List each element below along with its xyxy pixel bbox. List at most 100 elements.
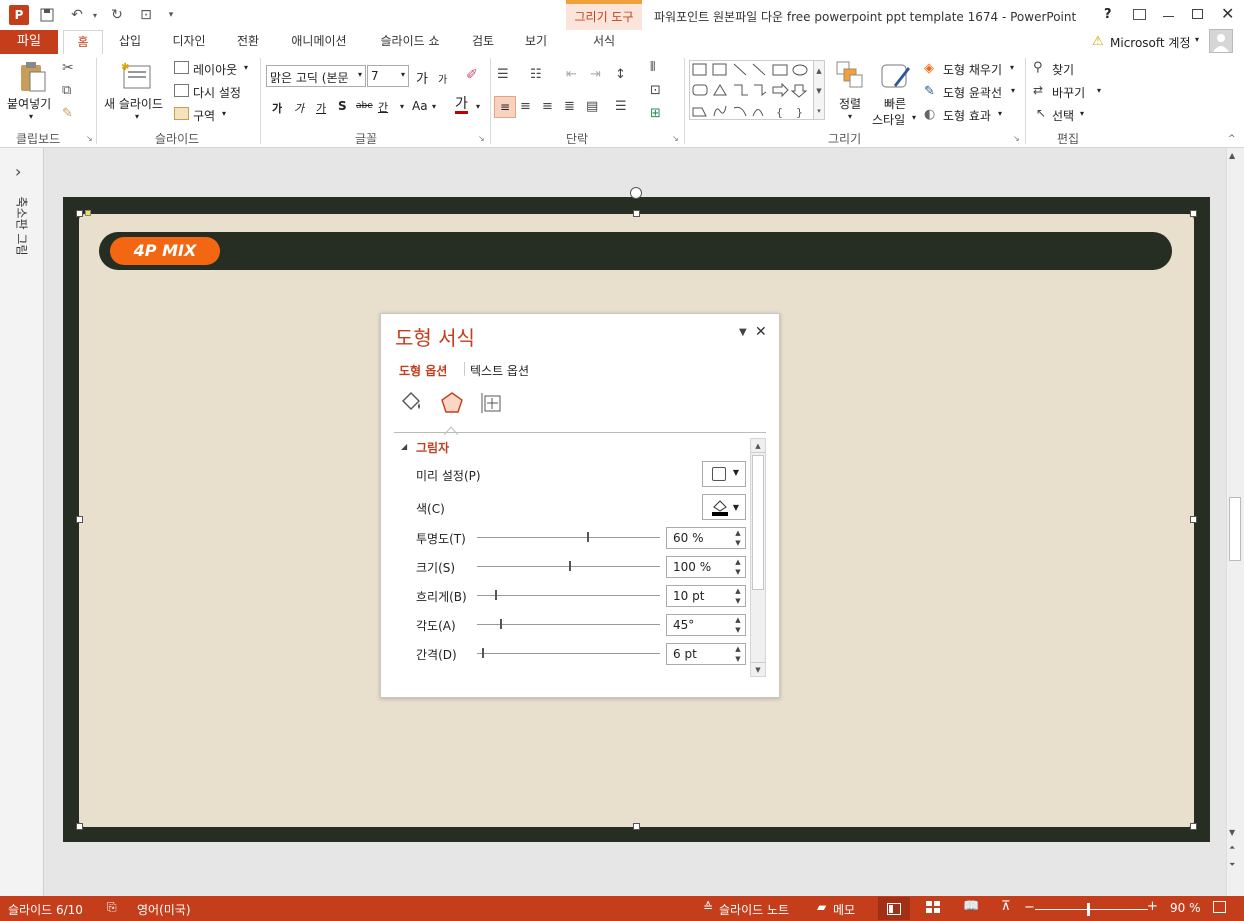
shape-outline-button[interactable]: 도형 윤곽선 [943, 84, 1002, 101]
align-left-icon[interactable]: ≡ [494, 96, 516, 118]
gallery-scrollbar[interactable]: ▲ ▼ ▾ [813, 60, 825, 120]
drawing-launcher-icon[interactable]: ↘ [1013, 134, 1020, 143]
bullets-icon[interactable]: ☰ [497, 67, 509, 82]
pane-scroll-up-icon[interactable]: ▲ [751, 439, 765, 453]
customize-qat-icon[interactable]: ▾ [162, 6, 180, 24]
layout-dropdown-icon[interactable]: ▾ [244, 63, 248, 72]
tab-slideshow[interactable]: 슬라이드 쇼 [370, 30, 450, 54]
transparency-slider[interactable] [477, 537, 660, 538]
shape-effects-dropdown-icon[interactable]: ▾ [998, 109, 1002, 118]
save-icon[interactable] [38, 6, 56, 24]
paragraph-launcher-icon[interactable]: ↘ [672, 134, 679, 143]
selection-handle[interactable] [1190, 210, 1197, 217]
spellcheck-icon[interactable]: ⎘ [107, 900, 117, 915]
layout-icon[interactable] [174, 61, 189, 74]
scroll-thumb[interactable] [1229, 497, 1241, 561]
minimize-icon[interactable] [1163, 16, 1174, 17]
angle-slider[interactable] [477, 624, 660, 625]
reset-button[interactable]: 다시 설정 [193, 84, 241, 101]
zoom-slider-thumb[interactable] [1087, 903, 1090, 916]
justify-icon[interactable]: ≣ [564, 99, 575, 114]
shape-effects-button[interactable]: 도형 효과 [943, 107, 991, 124]
shadow-button[interactable]: S [338, 99, 347, 113]
line-spacing-icon[interactable]: ↕ [615, 67, 626, 82]
italic-button[interactable]: 가 [294, 100, 304, 116]
find-button[interactable]: 찾기 [1052, 61, 1074, 78]
scroll-down-icon[interactable]: ▼ [1229, 828, 1235, 837]
spinner-arrows-icon[interactable]: ▲ ▼ [731, 615, 745, 635]
new-slide-button[interactable]: 새 슬라이드 [104, 95, 163, 112]
comments-icon[interactable]: ▰ [817, 900, 826, 914]
distance-spinner[interactable]: 6 pt ▲ ▼ [666, 643, 746, 665]
thumbnail-pane[interactable] [0, 148, 44, 896]
decrease-indent-icon[interactable]: ⇤ [566, 67, 577, 82]
comments-button[interactable]: 메모 [833, 901, 855, 918]
preset-dropdown[interactable]: ▼ [702, 461, 746, 487]
notes-icon[interactable]: ≙ [703, 900, 713, 914]
size-slider-thumb[interactable] [569, 561, 571, 571]
distance-slider-thumb[interactable] [482, 648, 484, 658]
distance-slider[interactable] [477, 653, 660, 654]
close-window-icon[interactable]: ✕ [1221, 4, 1234, 23]
copy-icon[interactable]: ⧉ [62, 83, 71, 98]
normal-view-icon[interactable] [878, 897, 910, 920]
replace-button[interactable]: 바꾸기 [1052, 84, 1085, 101]
select-button[interactable]: 선택 [1052, 107, 1074, 124]
zoom-out-icon[interactable]: − [1024, 900, 1035, 915]
adjust-handle[interactable] [85, 210, 91, 216]
angle-slider-thumb[interactable] [500, 619, 502, 629]
fill-line-icon[interactable] [399, 391, 423, 415]
blur-slider[interactable] [477, 595, 660, 596]
shape-effects-icon[interactable]: ◐ [924, 107, 935, 122]
numbering-icon[interactable]: ☷ [530, 67, 542, 82]
tab-format[interactable]: 서식 [578, 30, 630, 54]
account-dropdown-icon[interactable]: ▾ [1195, 35, 1199, 44]
slide-badge[interactable]: 4P MIX [110, 237, 220, 265]
reset-icon[interactable] [174, 84, 189, 97]
maximize-icon[interactable] [1192, 9, 1203, 19]
account-label[interactable]: Microsoft 계정 [1110, 34, 1191, 51]
selection-handle[interactable] [76, 823, 83, 830]
arrange-button[interactable]: 정렬 [839, 95, 861, 112]
expand-thumbnails-icon[interactable]: › [15, 162, 21, 181]
collapse-section-icon[interactable]: ◢ [401, 442, 407, 451]
ribbon-display-icon[interactable] [1133, 9, 1146, 20]
replace-icon[interactable]: ⇄ [1033, 83, 1043, 97]
column-align-icon[interactable]: ☰ [615, 99, 627, 114]
language-indicator[interactable]: 영어(미국) [137, 901, 191, 918]
select-dropdown-icon[interactable]: ▾ [1080, 109, 1084, 118]
distributed-icon[interactable]: ▤ [586, 99, 598, 114]
selection-handle[interactable] [633, 823, 640, 830]
tab-text-options[interactable]: 텍스트 옵션 [470, 362, 529, 379]
font-size-select[interactable]: 7 ▾ [367, 65, 409, 87]
tab-file[interactable]: 파일 [0, 30, 58, 54]
undo-dropdown-icon[interactable]: ▾ [86, 6, 104, 24]
find-icon[interactable]: ⚲ [1033, 60, 1043, 75]
undo-icon[interactable]: ↶ [68, 6, 86, 24]
shape-outline-icon[interactable]: ✎ [924, 84, 935, 99]
cut-icon[interactable]: ✂ [62, 60, 74, 76]
select-icon[interactable]: ↖ [1036, 106, 1046, 120]
help-icon[interactable]: ? [1104, 7, 1112, 22]
underline-button[interactable]: 가 [316, 100, 326, 116]
layout-button[interactable]: 레이아웃 [193, 61, 237, 78]
angle-spinner[interactable]: 45° ▲ ▼ [666, 614, 746, 636]
spinner-arrows-icon[interactable]: ▲ ▼ [731, 586, 745, 606]
thumbnail-pane-label[interactable]: 축소판 그림 [14, 196, 31, 255]
text-direction-icon[interactable]: ⊡ [650, 83, 661, 98]
smartart-icon[interactable]: ⊞ [650, 106, 661, 121]
clipboard-launcher-icon[interactable]: ↘ [86, 134, 93, 143]
tab-animations[interactable]: 애니메이션 [282, 30, 356, 54]
size-properties-icon[interactable] [479, 391, 503, 415]
tab-transitions[interactable]: 전환 [228, 30, 268, 54]
spinner-arrows-icon[interactable]: ▲ ▼ [731, 557, 745, 577]
arrange-icon[interactable] [836, 61, 864, 89]
spinner-arrows-icon[interactable]: ▲ ▼ [731, 644, 745, 664]
selection-handle[interactable] [1190, 823, 1197, 830]
arrange-dropdown-icon[interactable]: ▾ [848, 112, 852, 121]
next-slide-icon[interactable]: ⏷ [1229, 860, 1235, 870]
shape-fill-icon[interactable]: ◈ [924, 61, 934, 76]
quick-styles-icon[interactable] [880, 61, 912, 91]
columns-icon[interactable]: ⫴ [650, 60, 655, 75]
scroll-up-icon[interactable]: ▲ [1229, 151, 1235, 160]
